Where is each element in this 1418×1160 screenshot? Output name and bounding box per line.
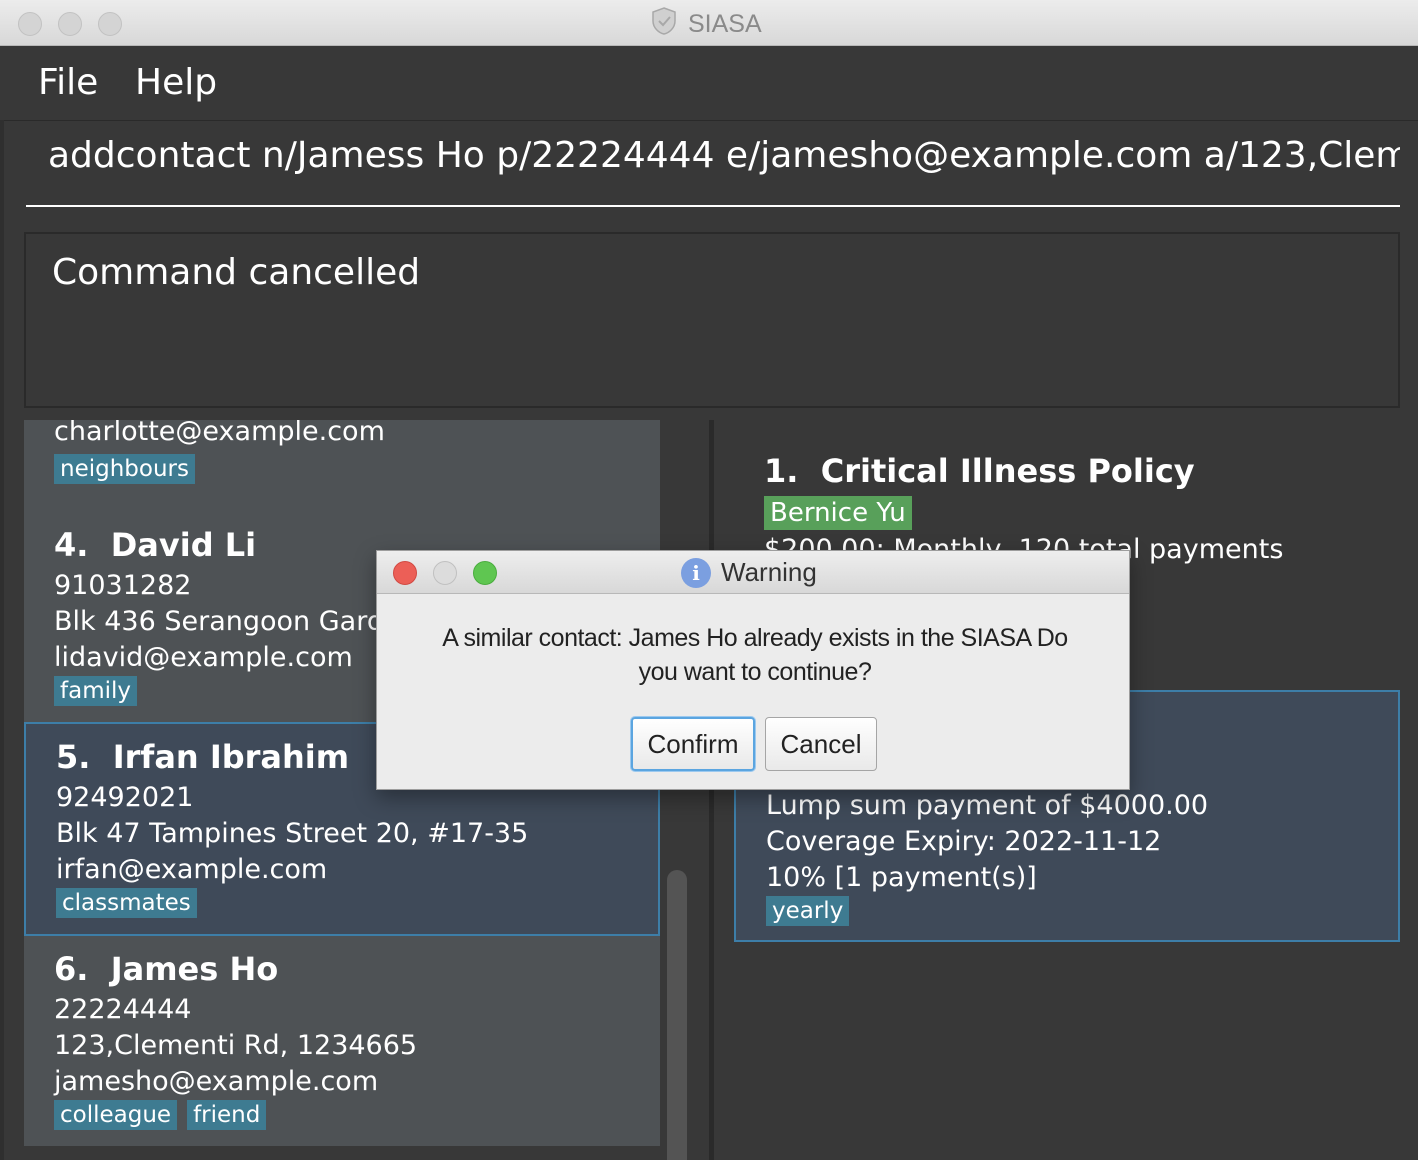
window-title: SIASA (650, 6, 762, 43)
contact-tag: colleague (54, 1100, 178, 1130)
contact-name: David Li (110, 526, 257, 564)
dialog-message: A similar contact: James Ho already exis… (405, 621, 1105, 689)
minimize-window-button[interactable] (58, 12, 82, 36)
policy-list-panel[interactable]: 1. Critical Illness Policy Bernice Yu $2… (714, 420, 1418, 1160)
contact-name: Irfan Ibrahim (112, 738, 350, 776)
result-area: Command cancelled (4, 220, 1418, 420)
contact-address: Blk 47 Tampines Street 20, #17-35 (56, 818, 529, 849)
contact-index: 4. (54, 526, 89, 564)
policy-payment: Lump sum payment of $4000.00 (766, 790, 1209, 821)
result-display: Command cancelled (24, 232, 1400, 408)
cancel-button[interactable]: Cancel (765, 717, 877, 771)
warning-dialog: i Warning A similar contact: James Ho al… (376, 550, 1130, 790)
app-window: SIASA File Help addcontact n/Jamess Ho p… (0, 0, 1418, 1160)
contact-tag: family (54, 676, 137, 706)
dialog-message-line1: A similar contact: James Ho already exis… (442, 624, 1068, 652)
contact-phone: 22224444 (54, 994, 192, 1025)
dialog-title-text: Warning (721, 557, 817, 587)
contact-index: 5. (56, 738, 91, 776)
confirm-button[interactable]: Confirm (631, 717, 755, 771)
menu-bar: File Help (0, 46, 1418, 120)
close-window-button[interactable] (18, 12, 42, 36)
contact-name: James Ho (110, 950, 279, 988)
window-title-text: SIASA (688, 9, 762, 38)
dialog-zoom-button[interactable] (473, 561, 497, 585)
shield-icon (650, 6, 678, 43)
contact-list-panel[interactable]: charlotte@example.com neighbours 4. Davi… (4, 420, 710, 1160)
dialog-message-line2: you want to continue? (638, 658, 872, 686)
contact-tag: neighbours (54, 454, 195, 484)
list-item[interactable]: 6. James Ho 22224444 123,Clementi Rd, 12… (24, 936, 660, 1146)
zoom-window-button[interactable] (98, 12, 122, 36)
dialog-close-button[interactable] (393, 561, 417, 585)
contact-index: 6. (54, 950, 89, 988)
contact-email: charlotte@example.com (54, 420, 385, 447)
policy-commission: 10% [1 payment(s)] (766, 862, 1037, 893)
policy-title: Critical Illness Policy (820, 452, 1195, 490)
policy-index: 1. (764, 452, 799, 490)
contact-email: irfan@example.com (56, 854, 328, 885)
dialog-minimize-button[interactable] (433, 561, 457, 585)
info-icon: i (681, 557, 711, 588)
menu-help[interactable]: Help (135, 62, 217, 103)
dialog-title: i Warning (681, 557, 817, 588)
contact-email: jamesho@example.com (54, 1066, 379, 1097)
menu-file[interactable]: File (38, 62, 98, 103)
title-bar: SIASA (0, 0, 1418, 46)
contact-address: 123,Clementi Rd, 1234665 (54, 1030, 418, 1061)
contact-tag: friend (187, 1100, 267, 1130)
contact-tag: classmates (56, 888, 197, 918)
policy-tag: yearly (766, 896, 850, 926)
policy-owner-tag: Bernice Yu (764, 496, 912, 530)
command-area: addcontact n/Jamess Ho p/22224444 e/jame… (4, 120, 1418, 220)
policy-expiry: Coverage Expiry: 2022-11-12 (766, 826, 1162, 857)
list-item[interactable]: charlotte@example.com neighbours (24, 420, 660, 512)
contact-list-scrollbar[interactable] (667, 870, 687, 1160)
command-input[interactable]: addcontact n/Jamess Ho p/22224444 e/jame… (26, 135, 1400, 207)
dialog-title-bar: i Warning (377, 551, 1129, 594)
